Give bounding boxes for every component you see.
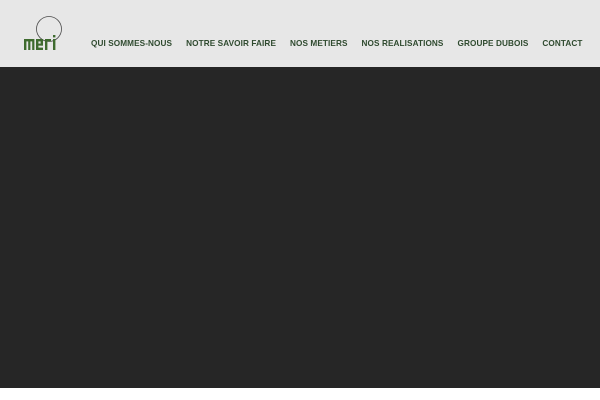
nav-item-notre-savoir-faire[interactable]: NOTRE SAVOIR FAIRE <box>179 38 283 50</box>
page-bottom-strip <box>0 388 600 400</box>
nav-item-nos-realisations[interactable]: NOS REALISATIONS <box>355 38 451 50</box>
nav-item-qui-sommes-nous[interactable]: QUI SOMMES-NOUS <box>84 38 179 50</box>
nav-item-contact[interactable]: CONTACT <box>535 38 589 50</box>
nav-item-groupe-dubois[interactable]: GROUPE DUBOIS <box>451 38 536 50</box>
site-header: QUI SOMMES-NOUS NOTRE SAVOIR FAIRE NOS M… <box>0 0 600 67</box>
meri-logo[interactable] <box>20 14 66 54</box>
main-navigation: QUI SOMMES-NOUS NOTRE SAVOIR FAIRE NOS M… <box>84 38 590 50</box>
nav-item-nos-metiers[interactable]: NOS METIERS <box>283 38 355 50</box>
hero-banner <box>0 67 600 388</box>
logo-mark-icon <box>24 16 62 50</box>
